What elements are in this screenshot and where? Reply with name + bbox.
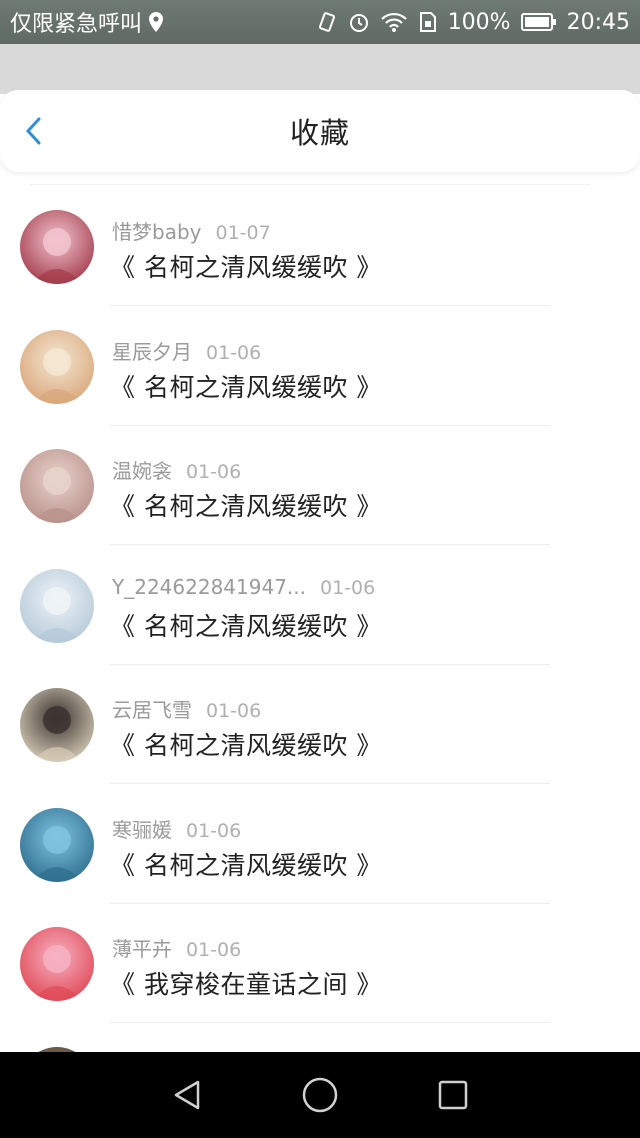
circle-home-icon	[302, 1077, 338, 1113]
battery-icon	[520, 12, 557, 32]
avatar[interactable]	[20, 329, 94, 404]
username: 薄平卉	[112, 937, 172, 961]
username: 惜梦baby	[112, 220, 202, 244]
date: 01-06	[206, 700, 262, 722]
list-item[interactable]: 薄平卉 01-06 《 我穿梭在童话之间 》	[0, 903, 640, 1023]
date: 01-06	[186, 461, 242, 483]
item-meta: 薄平卉 01-06	[112, 933, 241, 962]
list-item[interactable]: 惜梦baby 01-07 《 名柯之清风缓缓吹 》	[0, 186, 640, 306]
item-meta: 惜梦baby 01-07	[112, 216, 271, 245]
nav-header: 收藏	[0, 90, 640, 172]
wifi-icon	[380, 11, 408, 33]
nav-home-button[interactable]	[298, 1073, 342, 1117]
book-title: 《 名柯之清风缓缓吹 》	[110, 492, 382, 521]
date: 01-06	[186, 819, 242, 842]
list-item[interactable]: 云居飞雪 01-06 《 名柯之清风缓缓吹 》	[0, 664, 640, 784]
book-title: 《 名柯之清风缓缓吹 》	[110, 253, 382, 282]
username: 温婉衾	[112, 459, 172, 483]
location-pin-icon	[148, 11, 164, 33]
item-meta: Y_224622841947... 01-06	[112, 575, 375, 599]
battery-percent: 100%	[447, 9, 511, 35]
username: 寒骊媛	[112, 817, 172, 842]
list-item[interactable]: 寒骊媛 01-06 《 名柯之清风缓缓吹 》	[0, 784, 640, 904]
date: 01-07	[215, 222, 271, 244]
book-title: 《 名柯之清风缓缓吹 》	[110, 731, 382, 760]
nav-back-button[interactable]	[165, 1073, 209, 1117]
item-meta: 云居飞雪 01-06	[112, 694, 261, 723]
item-meta: 星辰夕月 01-06	[112, 336, 261, 365]
book-title: 《 名柯之清风缓缓吹 》	[110, 850, 382, 880]
avatar[interactable]	[20, 807, 94, 882]
book-title: 《 名柯之清风缓缓吹 》	[110, 372, 382, 402]
date: 01-06	[206, 341, 262, 364]
list-item[interactable]: 温婉衾 01-06 《 名柯之清风缓缓吹 》	[0, 425, 640, 545]
avatar[interactable]	[20, 210, 94, 284]
vibrate-icon	[316, 11, 338, 33]
date: 01-06	[319, 576, 376, 599]
list-item[interactable]: Y_224622841947... 01-06 《 名柯之清风缓缓吹 》	[0, 545, 640, 665]
carrier-text: 仅限紧急呼叫	[10, 12, 143, 37]
sim-card-icon	[418, 11, 438, 33]
avatar[interactable]	[20, 688, 94, 762]
divider	[30, 184, 590, 185]
alarm-icon	[348, 11, 370, 33]
clock-time: 20:45	[566, 9, 630, 35]
avatar[interactable]	[20, 449, 94, 523]
status-bar: 仅限紧急呼叫 100% 20:45	[0, 0, 640, 44]
system-nav-bar	[0, 1052, 640, 1138]
page-title: 收藏	[289, 116, 350, 150]
nav-recents-button[interactable]	[431, 1073, 475, 1117]
username: Y_224622841947...	[112, 574, 306, 599]
book-title: 《 名柯之清风缓缓吹 》	[110, 611, 382, 641]
back-button[interactable]	[20, 116, 50, 146]
avatar[interactable]	[20, 927, 94, 1001]
username: 云居飞雪	[112, 698, 192, 722]
chevron-left-icon	[25, 117, 41, 145]
list-item[interactable]: 星辰夕月 01-06 《 名柯之清风缓缓吹 》	[0, 306, 640, 426]
square-recents-icon	[439, 1080, 468, 1110]
avatar[interactable]	[20, 568, 94, 643]
header-backdrop	[0, 44, 640, 94]
triangle-back-icon	[174, 1080, 199, 1110]
book-title: 《 我穿梭在童话之间 》	[110, 970, 382, 999]
username: 星辰夕月	[112, 339, 192, 364]
item-meta: 温婉衾 01-06	[112, 455, 241, 484]
date: 01-06	[186, 939, 242, 961]
item-meta: 寒骊媛 01-06	[112, 814, 241, 843]
